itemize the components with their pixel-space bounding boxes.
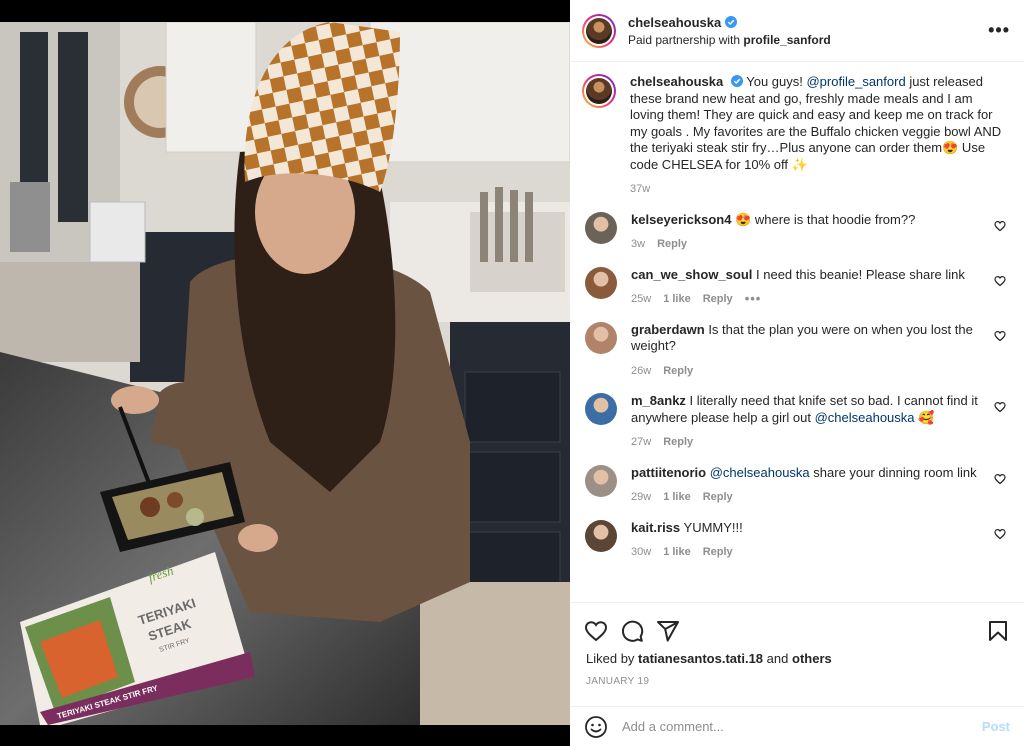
comment-row: can_we_show_soul I need this beanie! Ple… [582, 266, 1010, 308]
verified-badge-icon [725, 16, 738, 28]
comment-container: kelseyerickson4 😍 where is that hoodie f… [582, 211, 1010, 561]
commenter-avatar[interactable] [585, 519, 617, 552]
liked-by-prefix: Liked by [586, 651, 635, 666]
comment-username[interactable]: kelseyerickson4 [631, 212, 731, 227]
comment-text: share your dinning room link [813, 464, 977, 480]
comment-meta: 3w Reply [631, 236, 984, 253]
comment-username[interactable]: graberdawn [631, 322, 705, 337]
post-photo[interactable]: fresh TERIYAKI STEAK STIR FRY TERIYAKI S… [0, 22, 570, 725]
comment-time[interactable]: 3w [631, 236, 645, 253]
comment-likes[interactable]: 1 like [663, 489, 691, 506]
comment-username[interactable]: can_we_show_soul [631, 267, 752, 282]
liked-by-user[interactable]: tatianesantos.tati.18 [638, 651, 763, 666]
post-date[interactable]: JANUARY 19 [570, 666, 1024, 687]
comment-like-heart-icon[interactable] [994, 330, 1006, 342]
more-options-icon[interactable]: ••• [988, 20, 1010, 41]
save-bookmark-icon[interactable] [986, 619, 1010, 643]
comment-more-icon[interactable]: ••• [745, 291, 762, 308]
partnership-prefix: Paid partnership with [628, 32, 741, 47]
comment-username[interactable]: m_8ankz [631, 393, 686, 408]
comment-likes[interactable]: 1 like [663, 544, 691, 561]
comment-likes[interactable]: 1 like [663, 291, 691, 308]
comment-username[interactable]: pattiitenorio [631, 465, 706, 480]
instagram-post-modal: fresh TERIYAKI STEAK STIR FRY TERIYAKI S… [0, 0, 1024, 746]
comment-like-heart-icon[interactable] [994, 275, 1006, 287]
caption-avatar[interactable] [582, 74, 616, 108]
author-avatar[interactable] [582, 13, 616, 48]
comment-time[interactable]: 27w [631, 434, 651, 451]
emoji-icon[interactable] [584, 715, 608, 739]
reply-button[interactable]: Reply [663, 363, 693, 380]
liked-by-others[interactable]: others [792, 651, 832, 666]
caption-username[interactable]: chelseahouska [630, 74, 723, 89]
comment-mention[interactable]: @chelseahouska [815, 410, 915, 425]
comment-time[interactable]: 29w [631, 489, 651, 506]
comment-mention[interactable]: @chelseahouska [710, 465, 810, 480]
comment-icon[interactable] [620, 619, 644, 643]
liked-by-and: and [766, 651, 789, 666]
post-actions: Liked by tatianesantos.tati.18 and other… [570, 602, 1024, 746]
liked-by: Liked by tatianesantos.tati.18 and other… [570, 649, 1024, 666]
post-details-panel: chelseahouska Paid partnership with prof… [570, 0, 1024, 746]
comment-meta: 26w Reply [631, 363, 984, 380]
commenter-avatar[interactable] [585, 393, 617, 425]
post-header: chelseahouska Paid partnership with prof… [570, 0, 1024, 62]
reply-button[interactable]: Reply [663, 434, 693, 451]
commenter-avatar[interactable] [585, 211, 617, 244]
paid-partnership: Paid partnership with profile_sanford [628, 33, 988, 47]
commenter-avatar[interactable] [585, 321, 617, 354]
comment-like-heart-icon[interactable] [994, 401, 1006, 413]
comment-row: graberdawn Is that the plan you were on … [582, 321, 1010, 380]
comment-text: 😍 where is that hoodie from?? [735, 211, 916, 227]
comment-meta: 30w 1 like Reply [631, 544, 984, 561]
comment-like-heart-icon[interactable] [994, 220, 1006, 232]
post-comment-button[interactable]: Post [982, 719, 1010, 734]
comment-text: I need this beanie! Please share link [756, 266, 965, 282]
caption-text-1: You guys! [746, 74, 803, 89]
comment-like-heart-icon[interactable] [994, 473, 1006, 485]
caption: chelseahouska You guys! @profile_sanford… [582, 74, 1010, 198]
share-icon[interactable] [656, 619, 680, 643]
comment-time[interactable]: 26w [631, 363, 651, 380]
commenter-avatar[interactable] [585, 464, 617, 497]
reply-button[interactable]: Reply [703, 291, 733, 308]
caption-mention[interactable]: @profile_sanford [806, 74, 905, 89]
comment-emoji: 🥰 [918, 409, 935, 425]
comment-input[interactable] [622, 719, 982, 734]
partner-link[interactable]: profile_sanford [743, 33, 830, 47]
comment-row: m_8ankz I literally need that knife set … [582, 393, 1010, 451]
comment-meta: 27w Reply [631, 434, 984, 451]
comment-row: kelseyerickson4 😍 where is that hoodie f… [582, 211, 1010, 253]
comment-username[interactable]: kait.riss [631, 520, 680, 535]
comments-list[interactable]: chelseahouska You guys! @profile_sanford… [570, 62, 1024, 602]
add-comment-bar: Post [570, 706, 1024, 746]
reply-button[interactable]: Reply [703, 489, 733, 506]
comment-meta: 25w 1 like Reply ••• [631, 291, 984, 308]
caption-time[interactable]: 37w [630, 181, 1002, 198]
action-icons [570, 603, 1024, 649]
author-info: chelseahouska Paid partnership with prof… [628, 15, 988, 47]
comment-row: kait.riss YUMMY!!! 30w 1 like Reply [582, 519, 1010, 561]
like-heart-icon[interactable] [584, 619, 608, 643]
comment-time[interactable]: 25w [631, 291, 651, 308]
comment-row: pattiitenorio @chelseahouska share your … [582, 464, 1010, 506]
reply-button[interactable]: Reply [657, 236, 687, 253]
comment-text: YUMMY!!! [683, 519, 743, 535]
photo-illustration: fresh TERIYAKI STEAK STIR FRY TERIYAKI S… [0, 22, 570, 725]
comment-like-heart-icon[interactable] [994, 528, 1006, 540]
comment-time[interactable]: 30w [631, 544, 651, 561]
author-username[interactable]: chelseahouska [628, 15, 721, 30]
commenter-avatar[interactable] [585, 266, 617, 299]
reply-button[interactable]: Reply [703, 544, 733, 561]
comment-meta: 29w 1 like Reply [631, 489, 984, 506]
verified-badge-icon [730, 75, 743, 87]
